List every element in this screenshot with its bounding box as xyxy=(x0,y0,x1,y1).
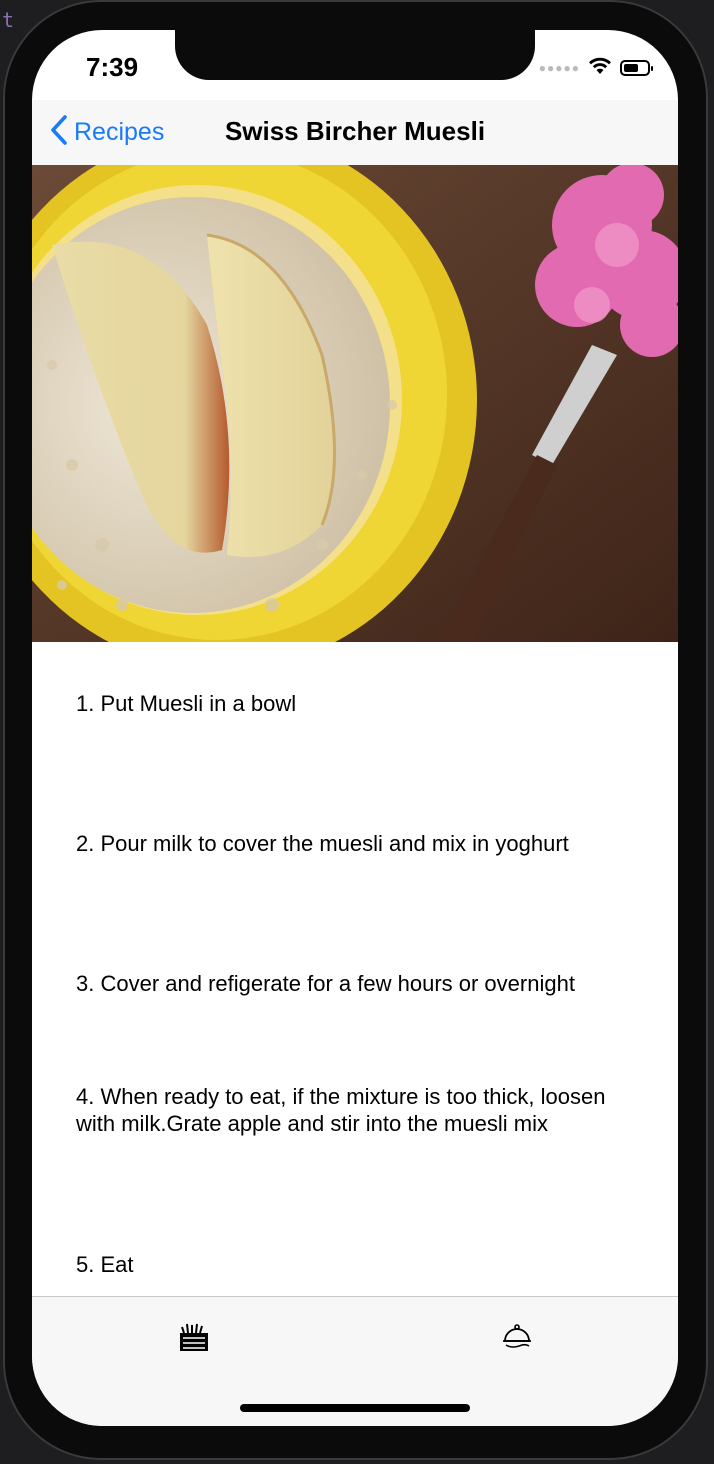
serving-cloche-icon xyxy=(497,1324,537,1359)
recipe-step: 1. Put Muesli in a bowl xyxy=(76,691,297,716)
device-notch xyxy=(175,30,535,80)
recipe-step: 4. When ready to eat, if the mixture is … xyxy=(76,1084,606,1136)
recipe-step: 3. Cover and refigerate for a few hours … xyxy=(76,971,575,996)
page-title: Swiss Bircher Muesli xyxy=(224,116,486,146)
recipe-step: 5. Eat xyxy=(76,1252,134,1277)
wifi-icon xyxy=(588,57,612,80)
navigation-bar: Recipes Swiss Bircher Muesli xyxy=(32,100,678,165)
recipe-photo xyxy=(32,165,678,642)
battery-icon xyxy=(620,60,653,76)
status-icons: ●●●●● xyxy=(538,56,653,80)
tab-recipes[interactable] xyxy=(497,1319,537,1355)
phone-screen: 7:39 ●●●●● Recipes Swiss Bircher Muesli xyxy=(32,30,678,1426)
editor-glyph: t xyxy=(2,8,15,32)
home-indicator[interactable] xyxy=(240,1404,470,1412)
tab-groceries[interactable] xyxy=(174,1319,214,1355)
status-time: 7:39 xyxy=(86,52,139,82)
grocery-basket-icon xyxy=(174,1323,214,1359)
cellular-signal-icon: ●●●●● xyxy=(538,61,580,75)
recipe-step: 2. Pour milk to cover the muesli and mix… xyxy=(76,831,569,856)
